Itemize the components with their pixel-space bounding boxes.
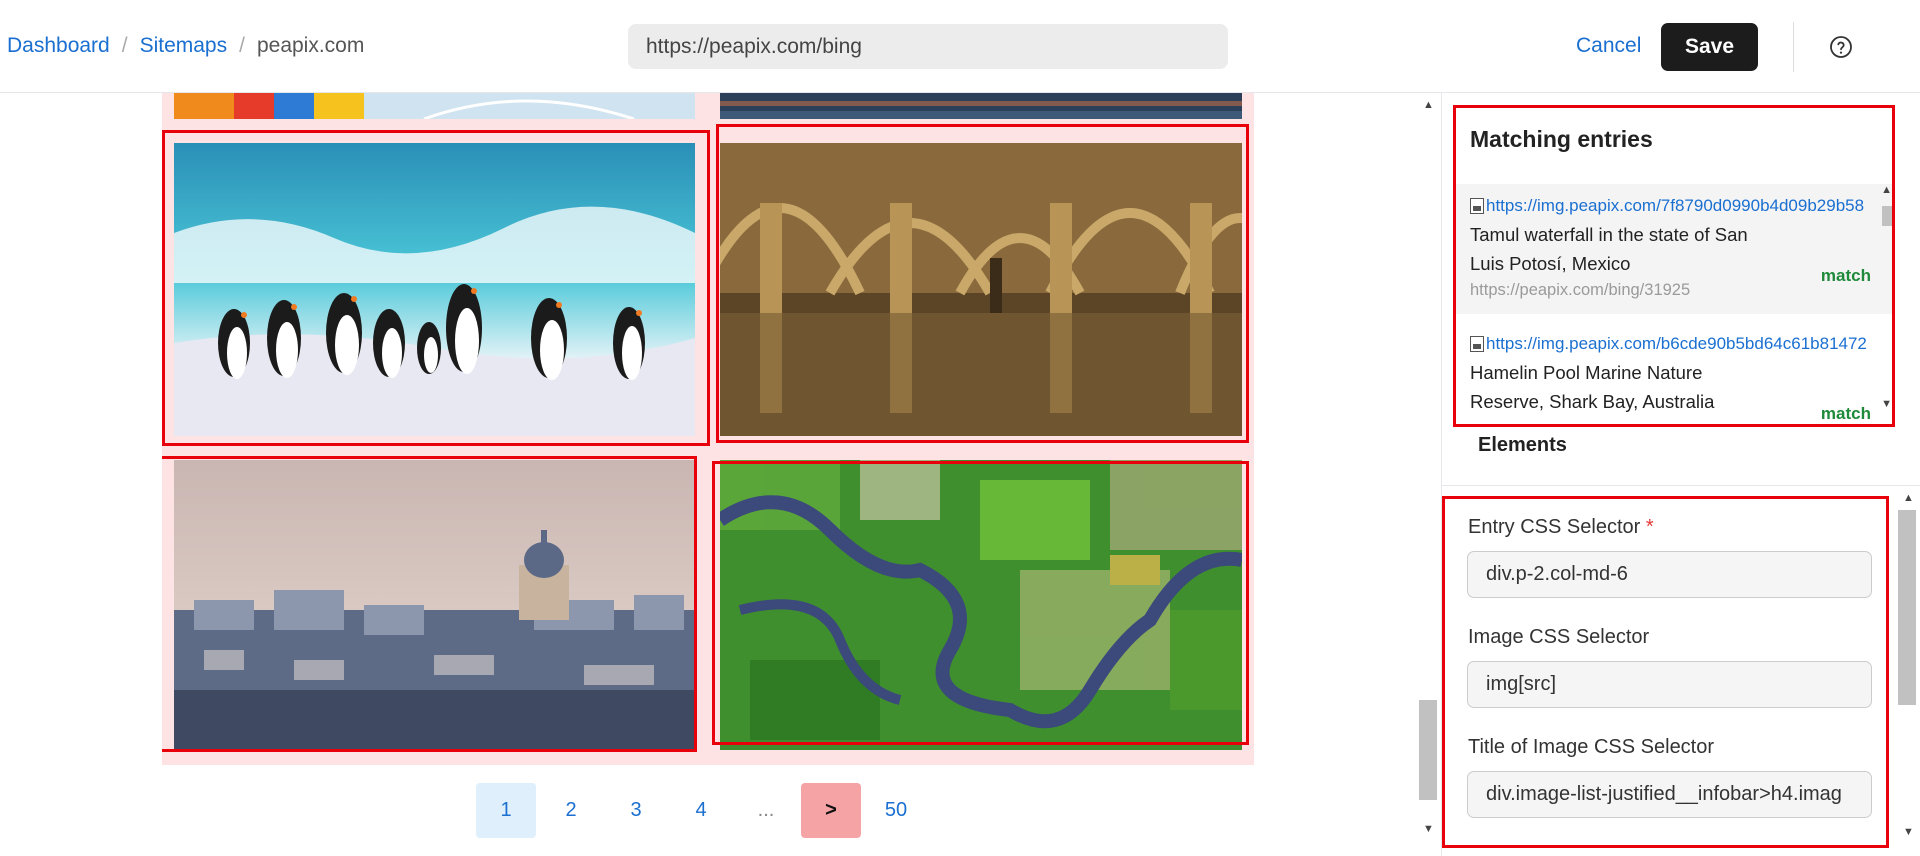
broken-image-icon xyxy=(1470,198,1484,214)
entry-highlight xyxy=(712,461,1249,745)
match-status: match xyxy=(1820,266,1871,285)
entry-selector-label: Entry CSS Selector * xyxy=(1468,516,1654,539)
page-4[interactable]: 4 xyxy=(671,783,731,838)
entry-title: Tamul waterfall in the state of San Luis… xyxy=(1470,224,1748,274)
matching-entry[interactable]: https://img.peapix.com/b6cde90b5bd64c61b… xyxy=(1456,322,1892,424)
elements-section-label: Elements xyxy=(1478,434,1567,456)
divider xyxy=(1442,485,1920,486)
scroll-down-arrow-icon[interactable]: ▼ xyxy=(1423,823,1434,835)
entry-selector-label-text: Entry CSS Selector xyxy=(1468,516,1641,538)
matching-entries-panel: Matching entries https://img.peapix.com/… xyxy=(1453,105,1895,427)
image-gallery xyxy=(162,93,1254,765)
image-selector-label: Image CSS Selector xyxy=(1468,626,1650,648)
toolbar-divider xyxy=(1793,22,1794,72)
breadcrumb-current: peapix.com xyxy=(256,34,365,57)
main-scrollbar-thumb[interactable] xyxy=(1419,700,1437,800)
breadcrumb-sitemaps[interactable]: Sitemaps xyxy=(140,34,228,58)
entry-image-link[interactable]: https://img.peapix.com/b6cde90b5bd64c61b… xyxy=(1486,334,1867,354)
scroll-up-arrow-icon[interactable]: ▲ xyxy=(1881,184,1892,196)
selectors-form: Entry CSS Selector * div.p-2.col-md-6 Im… xyxy=(1442,496,1889,848)
pagination: 1 2 3 4 ... > 50 xyxy=(476,783,931,838)
page-ellipsis: ... xyxy=(757,799,775,821)
matching-scrollbar-thumb[interactable] xyxy=(1882,206,1892,226)
water-image[interactable] xyxy=(720,93,1242,119)
page-1[interactable]: 1 xyxy=(476,783,536,838)
entry-highlight xyxy=(162,456,697,752)
url-input[interactable] xyxy=(628,24,1228,69)
save-button[interactable]: Save xyxy=(1661,23,1758,71)
scroll-up-arrow-icon[interactable]: ▲ xyxy=(1903,492,1914,504)
page-50[interactable]: 50 xyxy=(866,783,926,838)
entry-page-url: https://peapix.com/bing/31925 xyxy=(1470,281,1691,299)
scroll-down-arrow-icon[interactable]: ▼ xyxy=(1903,826,1914,838)
entry-highlight xyxy=(162,130,710,446)
broken-image-icon xyxy=(1470,336,1484,352)
required-marker: * xyxy=(1645,516,1654,538)
image-selector-input[interactable]: img[src] xyxy=(1467,661,1872,708)
entry-image-link[interactable]: https://img.peapix.com/7f8790d0990b4d09b… xyxy=(1486,196,1864,216)
help-circle-icon[interactable] xyxy=(1829,35,1853,59)
entry-highlight xyxy=(716,124,1249,443)
balloon-image[interactable] xyxy=(174,93,695,119)
breadcrumb-separator: / xyxy=(121,34,128,57)
matching-entries-title: Matching entries xyxy=(1470,126,1653,152)
page-3[interactable]: 3 xyxy=(606,783,666,838)
title-selector-label: Title of Image CSS Selector xyxy=(1468,736,1715,758)
breadcrumb-dashboard[interactable]: Dashboard xyxy=(7,34,110,58)
breadcrumb-separator: / xyxy=(239,34,245,57)
scroll-up-arrow-icon[interactable]: ▲ xyxy=(1423,99,1434,111)
top-bar: Dashboard / Sitemaps / peapix.com Cancel… xyxy=(0,0,1920,93)
entry-selector-input[interactable]: div.p-2.col-md-6 xyxy=(1467,551,1872,598)
form-scrollbar-thumb[interactable] xyxy=(1898,510,1916,705)
match-status: match xyxy=(1820,404,1871,423)
cancel-button[interactable]: Cancel xyxy=(1576,34,1641,58)
next-page-button[interactable]: > xyxy=(801,783,861,838)
page-2[interactable]: 2 xyxy=(541,783,601,838)
breadcrumb: Dashboard / Sitemaps / peapix.com xyxy=(7,34,364,58)
entry-title: Hamelin Pool Marine Nature Reserve, Shar… xyxy=(1470,362,1715,412)
matching-entry[interactable]: https://img.peapix.com/7f8790d0990b4d09b… xyxy=(1456,184,1892,314)
scroll-down-arrow-icon[interactable]: ▼ xyxy=(1881,398,1892,410)
title-selector-input[interactable]: div.image-list-justified__infobar>h4.ima… xyxy=(1467,771,1872,818)
